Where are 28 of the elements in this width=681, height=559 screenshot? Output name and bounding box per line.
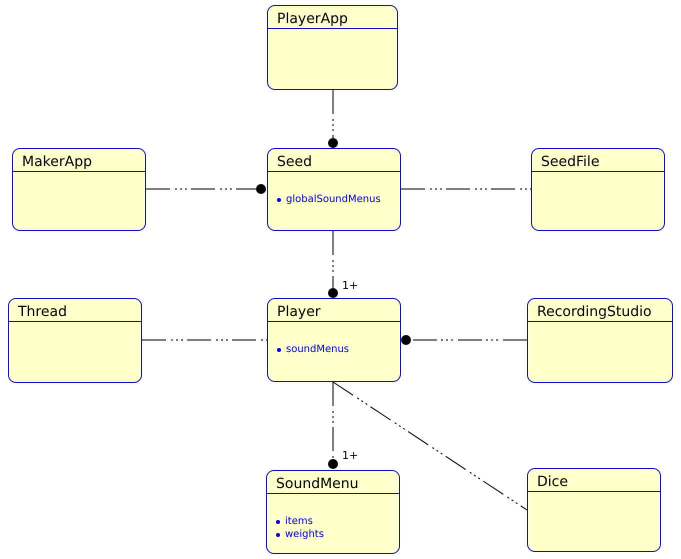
- class-name: Seed: [277, 154, 312, 170]
- attribute-name: weights: [285, 528, 324, 541]
- class-box[interactable]: SoundMenu items weights: [266, 470, 400, 554]
- attribute-name: globalSoundMenus: [286, 193, 381, 206]
- class-name: SeedFile: [541, 154, 600, 170]
- class-box[interactable]: Player soundMenus: [267, 298, 401, 382]
- class-name: MakerApp: [22, 154, 92, 170]
- bullet-icon: [276, 532, 280, 536]
- class-box[interactable]: Dice: [527, 468, 661, 552]
- class-name: RecordingStudio: [537, 304, 652, 320]
- attribute-name: soundMenus: [286, 343, 350, 356]
- class-box[interactable]: RecordingStudio: [527, 298, 673, 383]
- class-name: SoundMenu: [276, 476, 359, 492]
- class-box[interactable]: Thread: [8, 298, 142, 383]
- class-box[interactable]: SeedFile: [531, 148, 665, 231]
- bullet-icon: [277, 348, 281, 352]
- multiplicity-label: 1+: [342, 450, 358, 462]
- bullet-icon: [276, 520, 280, 524]
- class-box[interactable]: MakerApp: [12, 148, 146, 231]
- class-box[interactable]: Seed globalSoundMenus: [267, 148, 401, 231]
- bullet-icon: [277, 198, 281, 202]
- multiplicity-label: 1+: [342, 280, 358, 292]
- class-box[interactable]: PlayerApp: [267, 5, 398, 90]
- attribute-name: items: [285, 515, 313, 528]
- class-name: PlayerApp: [277, 11, 348, 27]
- class-name: Thread: [18, 304, 67, 320]
- class-name: Dice: [537, 474, 568, 490]
- class-name: Player: [277, 304, 321, 320]
